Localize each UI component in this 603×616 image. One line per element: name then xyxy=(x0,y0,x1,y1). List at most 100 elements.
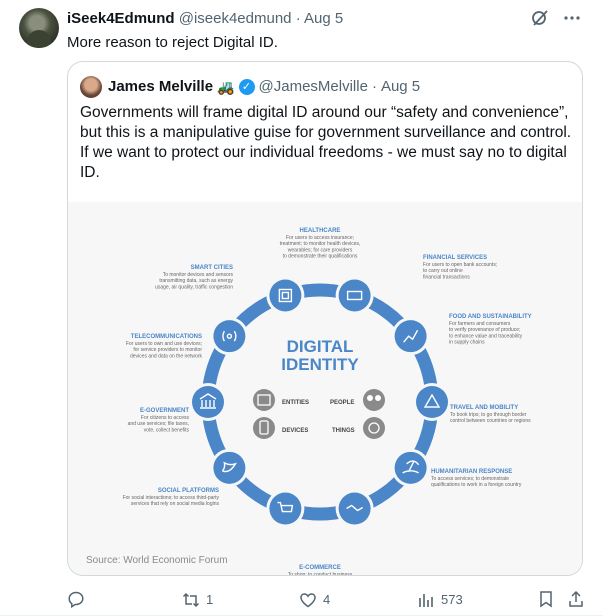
action-bar: 1 4 573 xyxy=(67,590,587,612)
like-button[interactable]: 4 xyxy=(299,590,330,610)
quoted-tweet[interactable]: James Melville 🚜 ✓ @JamesMelville · Aug … xyxy=(67,61,583,576)
things-label: THINGS xyxy=(332,428,355,434)
digital-identity-diagram[interactable]: DIGITAL IDENTITY ENTITIES PEOPLE DEVICES… xyxy=(68,202,582,576)
people-label: PEOPLE xyxy=(330,400,354,406)
views-chart-icon xyxy=(419,594,433,607)
segment-title: HEALTHCARE xyxy=(300,228,341,234)
segment-description-line: to verify provenance of produce; xyxy=(449,327,520,333)
share-icon xyxy=(569,590,583,607)
segment-title: SOCIAL PLATFORMS xyxy=(158,488,219,494)
segment-description-line: For farmers and consumers xyxy=(449,321,511,327)
tractor-emoji-icon: 🚜 xyxy=(217,79,235,95)
tweet-header: iSeek4Edmund @iseek4edmund · Aug 5 xyxy=(67,9,343,29)
views-count: 573 xyxy=(441,592,463,607)
author-name[interactable]: iSeek4Edmund xyxy=(67,10,175,27)
segment-description-line: To book trips; to go through border xyxy=(450,412,527,418)
top-actions xyxy=(531,9,581,31)
like-count: 4 xyxy=(323,592,331,607)
post-date[interactable]: Aug 5 xyxy=(304,10,343,27)
quoted-text: Governments will frame digital ID around… xyxy=(80,104,572,181)
segment-social-platforms[interactable]: SOCIAL PLATFORMSFor social interactions;… xyxy=(123,448,249,507)
people-glyph-2 xyxy=(375,395,381,401)
avatar[interactable] xyxy=(19,8,59,48)
entities-label: ENTITIES xyxy=(282,400,309,406)
segment-description-line: To shop; to conduct business xyxy=(288,572,353,576)
center-title-1: DIGITAL xyxy=(287,337,354,356)
reply-button[interactable] xyxy=(67,590,91,608)
quoted-date[interactable]: Aug 5 xyxy=(381,77,420,97)
more-options-icon[interactable] xyxy=(563,9,581,31)
segment-description-line: For users to own and use devices; xyxy=(126,341,202,347)
bookmark-button[interactable] xyxy=(537,590,555,608)
segment-description-line: usage, air quality, traffic congestion xyxy=(155,284,233,290)
separator: · xyxy=(295,10,301,27)
segment-title: FINANCIAL SERVICES xyxy=(423,255,487,261)
segment-description-line: To monitor devices and sensors xyxy=(163,272,234,278)
people-glyph-1 xyxy=(367,395,373,401)
repost-count: 1 xyxy=(206,592,214,607)
segment-title: TELECOMMUNICATIONS xyxy=(131,334,202,340)
chart-icon xyxy=(394,320,427,353)
recycle-icon xyxy=(416,386,448,418)
quoted-header: James Melville 🚜 ✓ @JamesMelville · Aug … xyxy=(108,77,420,97)
segment-description-line: For social interactions; to access third… xyxy=(123,495,220,501)
segment-telecommunications[interactable]: TELECOMMUNICATIONSFor users to own and u… xyxy=(126,317,249,359)
source-caption: Source: World Economic Forum xyxy=(86,555,228,566)
segment-description-line: to carry out online xyxy=(423,268,463,274)
ambulance-icon xyxy=(338,279,371,312)
segment-title: SMART CITIES xyxy=(191,265,233,271)
segment-description-line: to enhance value and traceability xyxy=(449,333,523,339)
devices-label: DEVICES xyxy=(282,428,308,434)
segment-description-line: and use services; file taxes, xyxy=(128,421,189,427)
bird-icon xyxy=(213,451,246,484)
quoted-avatar[interactable] xyxy=(80,76,102,98)
segment-title: E-COMMERCE xyxy=(299,565,341,571)
segment-description-line: services that rely on social media login… xyxy=(131,501,220,507)
diagram-svg: DIGITAL IDENTITY ENTITIES PEOPLE DEVICES… xyxy=(86,228,532,576)
segment-description-line: vote, collect benefits xyxy=(144,427,190,433)
segment-title: E-GOVERNMENT xyxy=(140,408,189,414)
segment-description-line: transmitting data, such as energy xyxy=(159,278,233,284)
segment-description-line: For citizens to access xyxy=(141,415,190,421)
segment-description-line: financial transactions xyxy=(423,274,470,280)
separator: · xyxy=(371,78,377,95)
bookmark-icon xyxy=(540,591,552,608)
government-building-icon xyxy=(192,386,224,418)
segment-description-line: devices and data on the network xyxy=(130,353,202,359)
quoted-author-name[interactable]: James Melville xyxy=(108,77,213,97)
devices-icon xyxy=(253,417,275,439)
qr-code-icon xyxy=(269,279,302,312)
segment-description-line: control between countries or regions xyxy=(450,418,531,424)
tweet[interactable]: iSeek4Edmund @iseek4edmund · Aug 5 More … xyxy=(0,0,603,616)
segment-humanitarian-response[interactable]: HUMANITARIAN RESPONSETo access services;… xyxy=(335,469,522,528)
reply-icon xyxy=(68,591,84,608)
verified-badge-icon: ✓ xyxy=(238,79,255,95)
segment-description-line: treatment; to monitor health devices, xyxy=(280,241,361,247)
center-title-2: IDENTITY xyxy=(281,355,359,374)
tweet-text: More reason to reject Digital ID. xyxy=(67,34,278,51)
quoted-author-handle[interactable]: @JamesMelville xyxy=(259,77,368,97)
repost-button[interactable]: 1 xyxy=(182,590,213,610)
segment-description-line: To access services; to demonstrate xyxy=(431,476,509,482)
segment-description-line: in supply chains xyxy=(449,340,485,346)
grok-icon[interactable] xyxy=(531,9,549,31)
segment-description-line: qualifications to work in a foreign coun… xyxy=(431,482,522,488)
repost-icon xyxy=(182,592,200,608)
share-button[interactable] xyxy=(567,590,585,608)
segment-title: TRAVEL AND MOBILITY xyxy=(450,405,518,411)
signal-icon xyxy=(213,320,246,353)
people-icon xyxy=(363,389,385,411)
segment-title: HUMANITARIAN RESPONSE xyxy=(431,469,512,475)
views-button[interactable]: 573 xyxy=(417,590,463,610)
segment-smart-cities[interactable]: SMART CITIESTo monitor devices and senso… xyxy=(155,265,305,315)
author-handle[interactable]: @iseek4edmund xyxy=(179,10,292,27)
heart-icon xyxy=(300,593,316,608)
cart-icon xyxy=(269,492,302,525)
segment-title: FOOD AND SUSTAINABILITY xyxy=(449,314,532,320)
segment-description-line: For users to access insurance; xyxy=(286,235,354,241)
segment-description-line: to demonstrate their qualifications xyxy=(283,254,358,260)
things-icon xyxy=(363,417,385,439)
entities-icon xyxy=(253,389,275,411)
segment-description-line: for service providers to monitor xyxy=(133,347,202,353)
segment-description-line: For users to open bank accounts; xyxy=(423,262,497,268)
